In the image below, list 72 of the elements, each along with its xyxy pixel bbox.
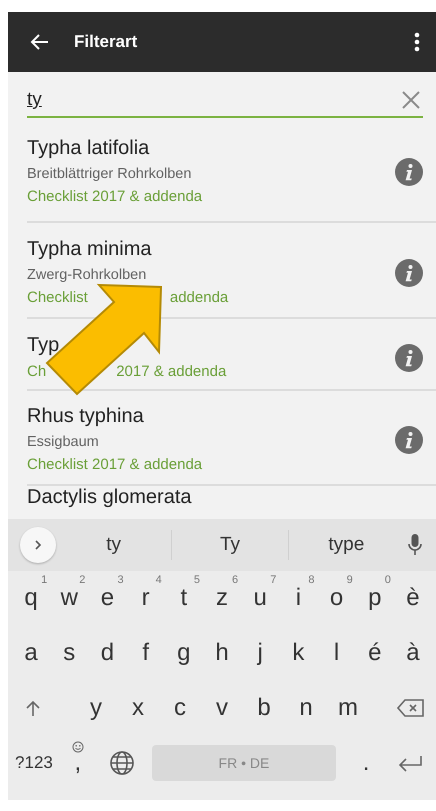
- key[interactable]: j: [241, 633, 280, 674]
- info-icon: [395, 158, 423, 186]
- key[interactable]: k: [279, 633, 318, 674]
- info-icon: [395, 426, 423, 454]
- checklist-label: Checklist 2017 & addenda: [27, 455, 202, 475]
- checklist-label: 2017 & addenda: [116, 362, 226, 382]
- window-title: Filterart: [74, 32, 138, 52]
- suggestion[interactable]: ty: [56, 533, 172, 557]
- key[interactable]: é: [356, 633, 394, 674]
- key[interactable]: c: [159, 688, 201, 728]
- globe-icon: [108, 750, 135, 776]
- symbols-key[interactable]: ?123: [12, 746, 56, 779]
- key[interactable]: .: [344, 742, 388, 783]
- suggestion[interactable]: type: [288, 533, 404, 557]
- shift-icon: [24, 698, 42, 717]
- key-hint: 0: [384, 574, 391, 586]
- key-hint: 2: [79, 574, 86, 586]
- result-row[interactable]: Rhus typhina Essigbaum Checklist 2017 & addenda: [27, 391, 436, 486]
- key[interactable]: a: [12, 633, 50, 674]
- key[interactable]: v: [201, 688, 243, 728]
- key-hint: 4: [156, 574, 162, 586]
- checklist-label: Checklist: [27, 288, 88, 308]
- smiley-icon: [72, 740, 84, 753]
- info-button[interactable]: [395, 258, 423, 286]
- key[interactable]: b: [243, 688, 285, 728]
- key[interactable]: f: [126, 633, 165, 674]
- key-hint: 6: [232, 574, 238, 586]
- close-icon: [401, 90, 421, 110]
- more-icon: [414, 30, 420, 54]
- species-name: Dactylis glomerata: [27, 487, 193, 508]
- species-name: Typha latifolia: [27, 136, 150, 161]
- species-name: Typ: [27, 333, 60, 358]
- key-hint: 1: [41, 574, 48, 586]
- key[interactable]: n: [285, 688, 327, 728]
- result-row[interactable]: Dactylis glomerata: [27, 486, 436, 508]
- key[interactable]: s: [50, 633, 88, 674]
- checklist-label: addenda: [170, 288, 228, 308]
- result-row[interactable]: Typha latifolia Breitblättriger Rohrkolben Checklist 2017 & addenda: [27, 118, 436, 223]
- comma-key[interactable]: ,: [56, 742, 100, 783]
- key-hint: 3: [117, 574, 124, 586]
- suggestion[interactable]: Ty: [172, 533, 288, 557]
- common-name: Breitblättriger Rohrkolben: [27, 165, 192, 184]
- key-hint: 7: [270, 574, 276, 586]
- common-name: Zwerg-Rohrkolben: [27, 266, 148, 285]
- key[interactable]: à: [394, 633, 432, 674]
- search-text: ty: [27, 89, 43, 111]
- microphone-icon: [408, 534, 422, 556]
- info-button[interactable]: [395, 158, 423, 186]
- key[interactable]: l: [318, 633, 356, 674]
- enter-icon: [397, 754, 424, 772]
- key-hint: 5: [194, 574, 200, 586]
- common-name: Essigbaum: [27, 433, 100, 452]
- key-hint: 9: [346, 574, 353, 586]
- key[interactable]: è: [394, 578, 432, 618]
- info-button[interactable]: [395, 426, 423, 454]
- checklist-label: Ch: [27, 362, 46, 382]
- info-icon: [395, 344, 423, 372]
- checklist-label: Checklist 2017 & addenda: [27, 187, 202, 207]
- key[interactable]: d: [88, 633, 127, 674]
- search-field[interactable]: ty: [27, 84, 423, 118]
- more-options-button[interactable]: [414, 30, 420, 54]
- info-button[interactable]: [395, 344, 423, 372]
- key[interactable]: h: [202, 633, 242, 674]
- key-hint: 8: [308, 574, 314, 586]
- key[interactable]: g: [164, 633, 203, 674]
- species-name: Rhus typhina: [27, 404, 145, 429]
- key[interactable]: m: [327, 688, 369, 728]
- info-icon: [395, 258, 423, 286]
- species-name: Typha minima: [27, 237, 152, 262]
- key[interactable]: y: [75, 688, 117, 728]
- key[interactable]: x: [117, 688, 159, 728]
- backspace-icon: [397, 698, 425, 718]
